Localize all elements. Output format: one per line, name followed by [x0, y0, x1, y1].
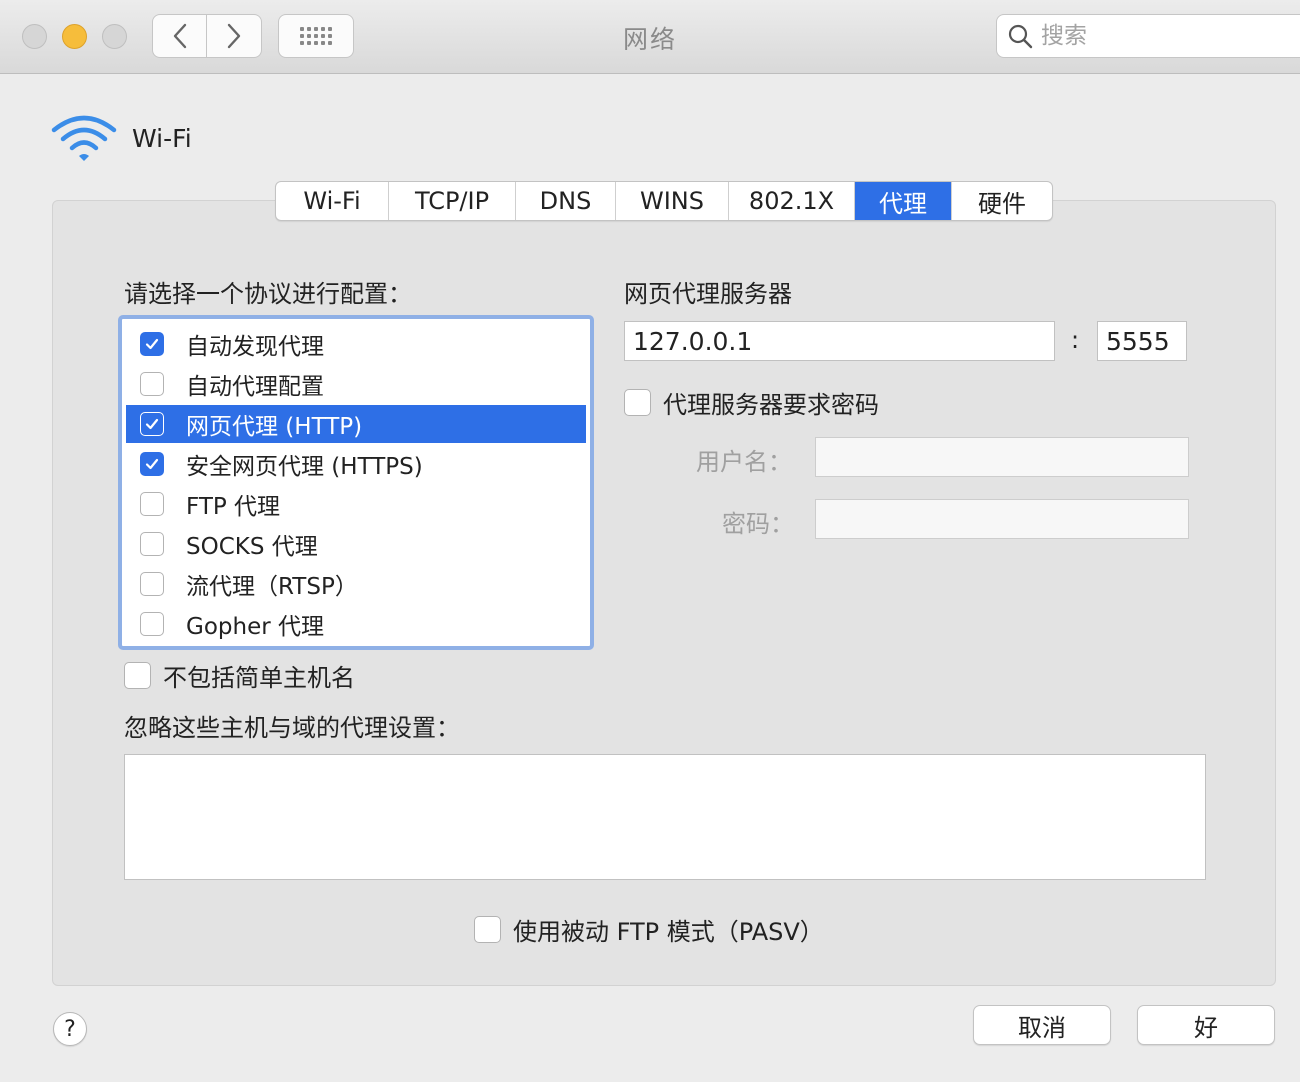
protocol-checkbox[interactable] [140, 612, 164, 636]
search-icon [1008, 24, 1033, 49]
protocol-list-body: 自动发现代理 自动代理配置 网页代理 (HTTP) 安全网页代理 (HTTPS)… [126, 323, 586, 642]
requires-password-label: 代理服务器要求密码 [663, 391, 879, 419]
protocol-label: Gopher 代理 [186, 614, 324, 640]
protocol-checkbox[interactable] [140, 492, 164, 516]
tab-tcpip[interactable]: TCP/IP [389, 182, 516, 220]
ok-button[interactable]: 好 [1137, 1005, 1275, 1045]
password-label: 密码： [722, 510, 794, 538]
protocol-label: FTP 代理 [186, 494, 281, 520]
host-port-separator: : [1071, 326, 1080, 354]
protocol-checkbox[interactable] [140, 332, 164, 356]
protocol-label: SOCKS 代理 [186, 534, 318, 560]
protocol-checkbox[interactable] [140, 532, 164, 556]
protocol-row-http[interactable]: 网页代理 (HTTP) [126, 405, 586, 443]
protocol-row-rtsp[interactable]: 流代理（RTSP） [126, 565, 586, 603]
exclude-simple-hostnames-checkbox[interactable] [124, 662, 151, 689]
passive-ftp-row[interactable]: 使用被动 FTP 模式（PASV） [474, 912, 824, 947]
exclude-simple-hostnames-row[interactable]: 不包括简单主机名 [124, 658, 355, 693]
protocol-row-auto-discovery[interactable]: 自动发现代理 [126, 325, 586, 363]
protocol-row-ftp[interactable]: FTP 代理 [126, 485, 586, 523]
tab-proxies[interactable]: 代理 [855, 182, 952, 220]
username-label: 用户名： [696, 448, 792, 476]
tab-wifi[interactable]: Wi-Fi [276, 182, 389, 220]
exclude-simple-hostnames-label: 不包括简单主机名 [163, 664, 355, 692]
checkmark-icon [145, 458, 159, 470]
requires-password-checkbox[interactable] [624, 389, 651, 416]
interface-name: Wi-Fi [132, 123, 192, 153]
protocol-row-socks[interactable]: SOCKS 代理 [126, 525, 586, 563]
bypass-hosts-textarea[interactable] [124, 754, 1206, 880]
protocol-label: 流代理（RTSP） [186, 574, 358, 600]
protocol-list-label: 请选择一个协议进行配置： [124, 280, 412, 308]
checkmark-icon [145, 418, 159, 430]
title-bar: 网络 [0, 0, 1300, 74]
proxy-server-label: 网页代理服务器 [624, 280, 792, 308]
tab-hardware[interactable]: 硬件 [952, 182, 1052, 220]
tab-bar: Wi-Fi TCP/IP DNS WINS 802.1X 代理 硬件 [275, 181, 1053, 221]
checkmark-icon [145, 338, 159, 350]
protocol-list[interactable]: 自动发现代理 自动代理配置 网页代理 (HTTP) 安全网页代理 (HTTPS)… [118, 315, 594, 650]
protocol-checkbox[interactable] [140, 572, 164, 596]
cancel-button[interactable]: 取消 [973, 1005, 1111, 1045]
username-input[interactable] [815, 437, 1189, 477]
protocol-row-gopher[interactable]: Gopher 代理 [126, 605, 586, 643]
protocol-label: 自动代理配置 [186, 374, 324, 400]
protocol-row-auto-config[interactable]: 自动代理配置 [126, 365, 586, 403]
protocol-checkbox[interactable] [140, 412, 164, 436]
requires-password-row[interactable]: 代理服务器要求密码 [624, 385, 879, 420]
protocol-label: 安全网页代理 (HTTPS) [186, 454, 423, 480]
help-button[interactable]: ? [53, 1012, 87, 1046]
tab-dns[interactable]: DNS [516, 182, 616, 220]
protocol-checkbox[interactable] [140, 452, 164, 476]
proxy-host-input[interactable] [624, 321, 1055, 361]
tab-wins[interactable]: WINS [616, 182, 729, 220]
passive-ftp-label: 使用被动 FTP 模式（PASV） [513, 918, 824, 946]
protocol-label: 自动发现代理 [186, 334, 324, 360]
protocol-row-https[interactable]: 安全网页代理 (HTTPS) [126, 445, 586, 483]
search-input[interactable] [1041, 23, 1281, 49]
protocol-label: 网页代理 (HTTP) [186, 414, 363, 440]
proxy-port-input[interactable] [1097, 321, 1187, 361]
wifi-icon [51, 115, 117, 161]
protocol-checkbox[interactable] [140, 372, 164, 396]
password-input[interactable] [815, 499, 1189, 539]
interface-header: Wi-Fi [50, 112, 192, 164]
search-field[interactable] [996, 14, 1300, 58]
passive-ftp-checkbox[interactable] [474, 916, 501, 943]
bypass-hosts-label: 忽略这些主机与域的代理设置： [124, 714, 460, 742]
tab-8021x[interactable]: 802.1X [729, 182, 855, 220]
